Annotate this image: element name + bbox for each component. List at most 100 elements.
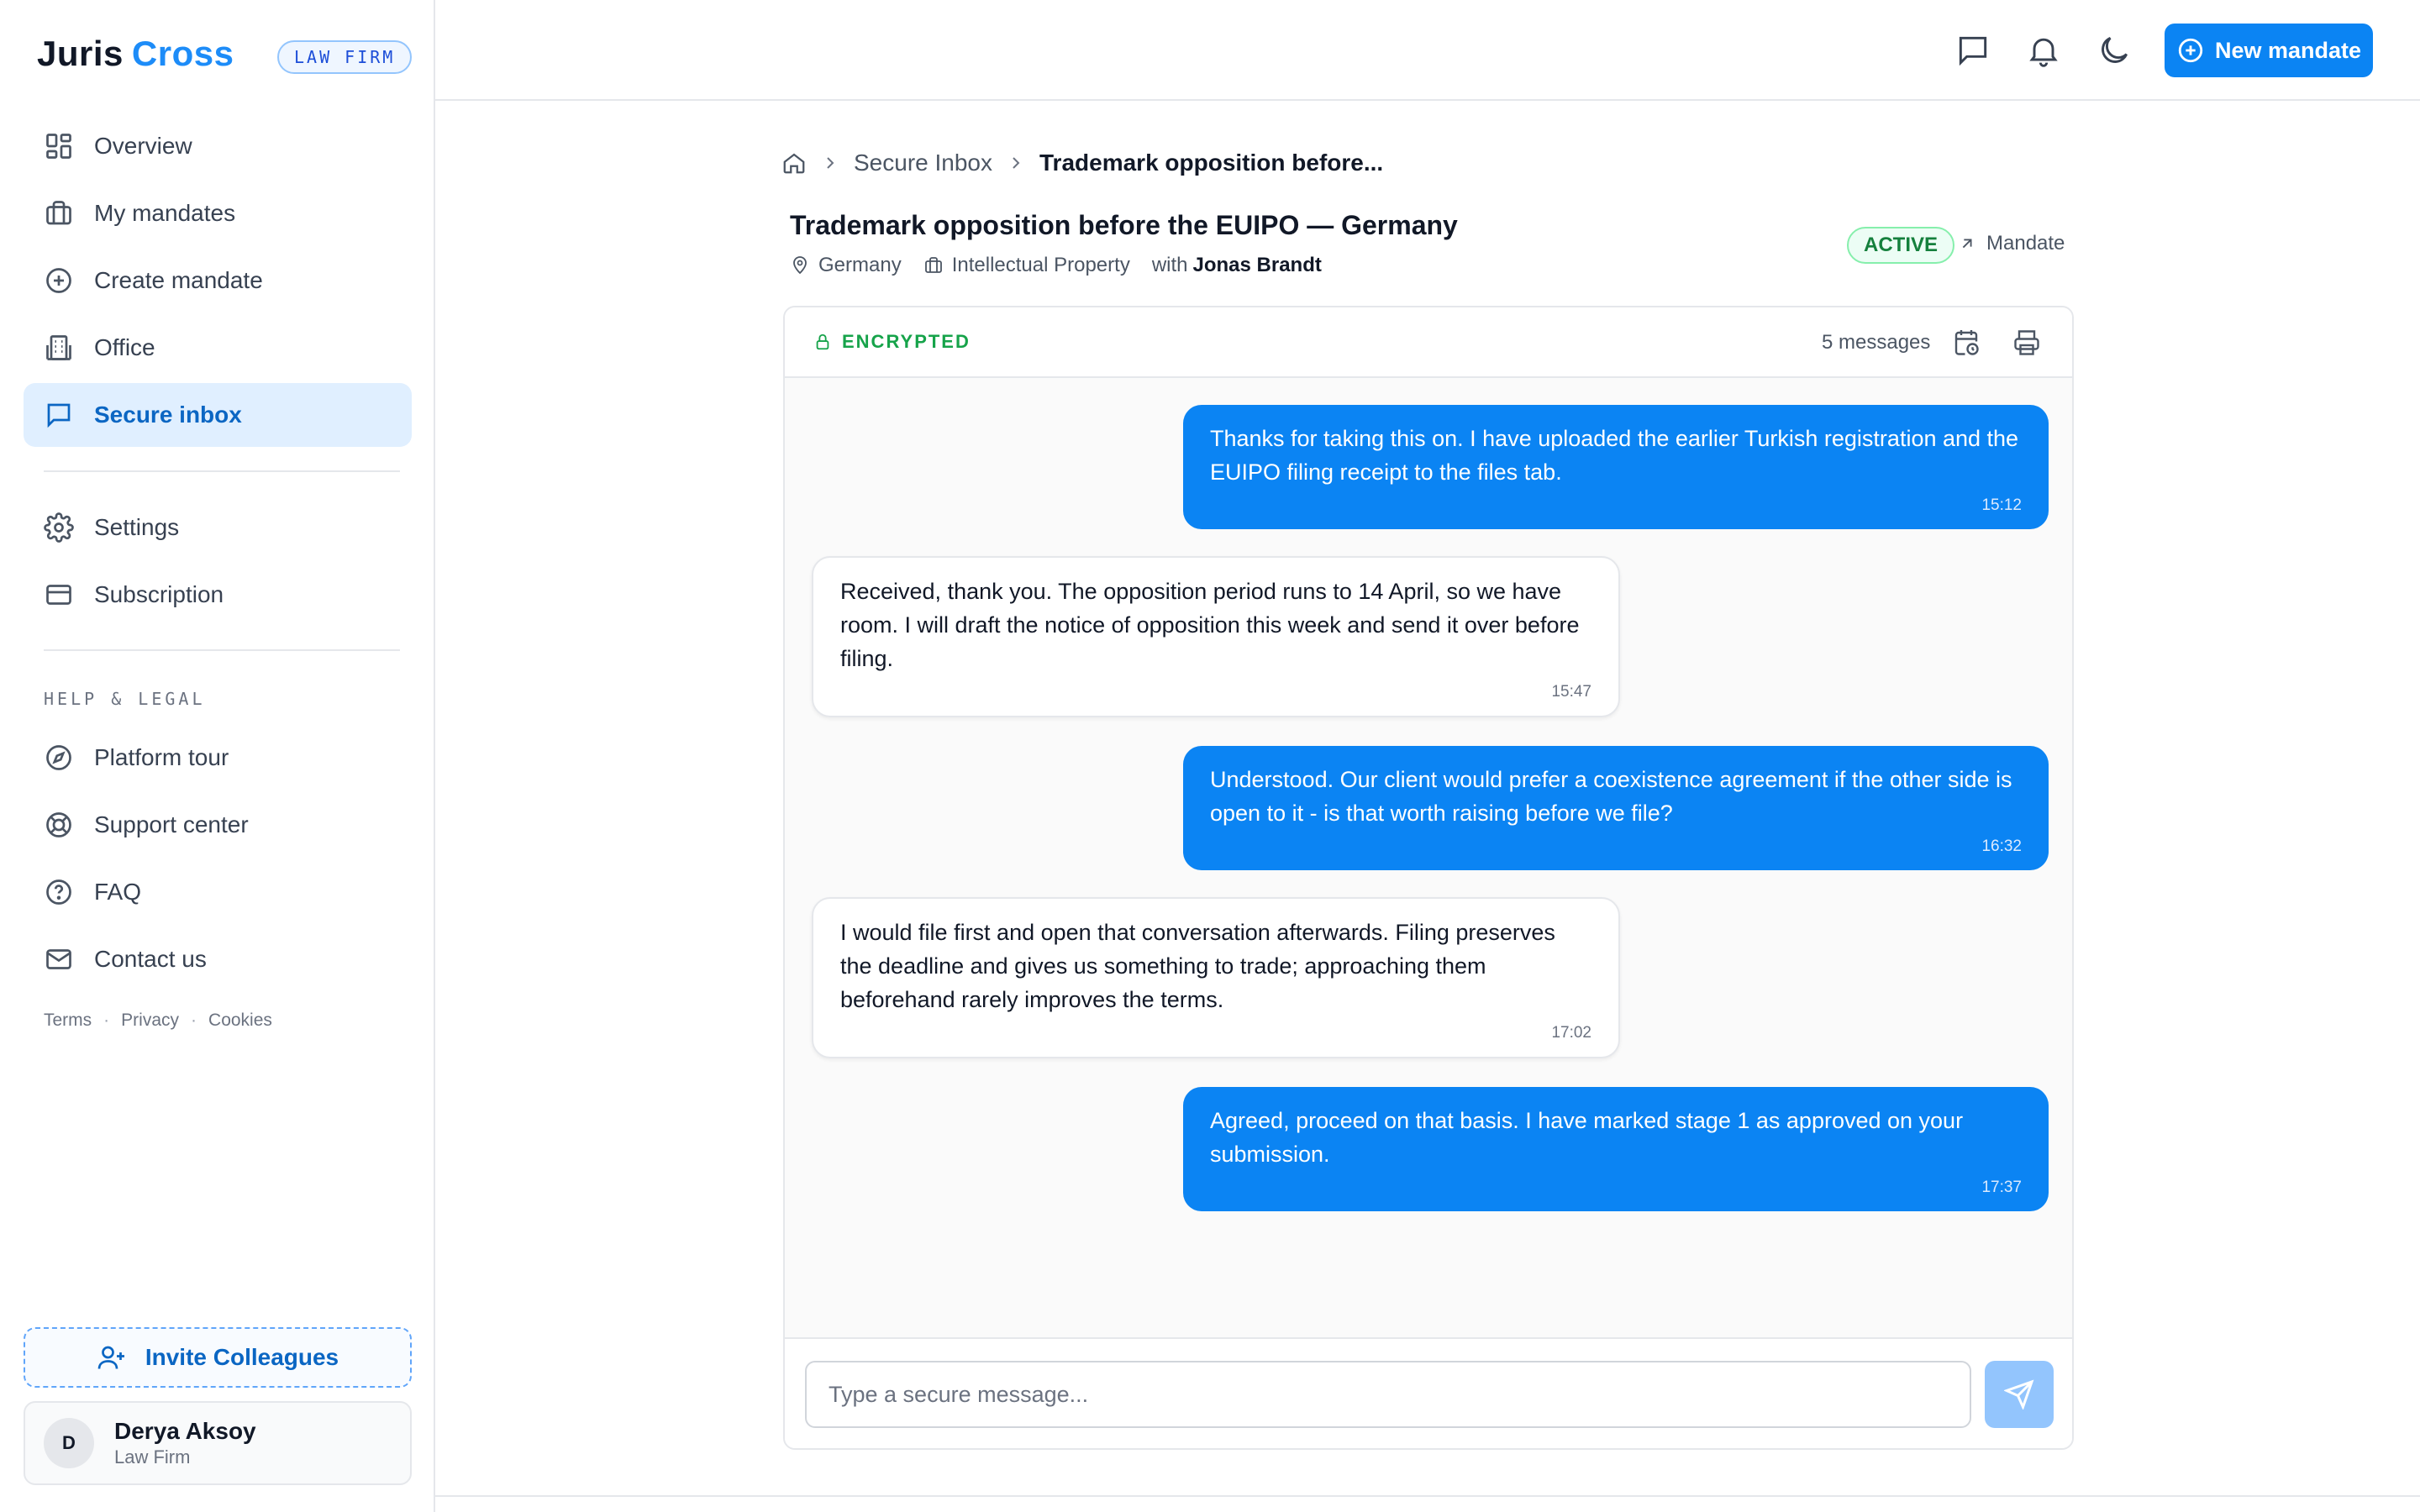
messages-icon[interactable] <box>1954 32 1991 69</box>
account-type-badge: LAW FIRM <box>277 40 413 74</box>
status-badge: ACTIVE <box>1847 227 1955 264</box>
page-title: Trademark opposition before the EUIPO — … <box>790 210 1458 240</box>
credit-card-icon <box>46 585 71 605</box>
plus-circle-icon <box>46 268 71 293</box>
moon-icon[interactable] <box>2096 32 2133 69</box>
counterpart-name: Jonas Brandt <box>1192 254 1322 276</box>
chevron-right-icon <box>827 157 834 169</box>
map-pin-icon <box>793 256 807 275</box>
sidebar-item-faq[interactable]: FAQ <box>24 860 412 924</box>
sidebar-item-my-mandates[interactable]: My mandates <box>24 181 412 245</box>
new-mandate-button[interactable]: New mandate <box>2165 24 2373 77</box>
briefcase-icon <box>46 201 71 225</box>
bell-icon[interactable] <box>2025 32 2062 69</box>
message-text: I would file first and open that convers… <box>840 920 1555 1012</box>
send-button[interactable] <box>1985 1361 2054 1428</box>
breadcrumb-current: Trademark opposition before... <box>1039 150 1384 176</box>
counterpart-meta: with Jonas Brandt <box>1152 254 1322 277</box>
chevron-right-icon <box>1013 157 1020 169</box>
invite-colleagues-button[interactable]: Invite Colleagues <box>24 1327 412 1388</box>
sidebar-item-settings[interactable]: Settings <box>24 496 412 559</box>
sidebar-item-label: Subscription <box>94 581 224 607</box>
privacy-link[interactable]: Privacy <box>121 1011 179 1031</box>
sidebar-item-contact-us[interactable]: Contact us <box>24 927 412 991</box>
message-bubble-outgoing: Agreed, proceed on that basis. I have ma… <box>1183 1087 2049 1211</box>
mandate-link[interactable]: Mandate <box>1958 232 2065 255</box>
country-text: Germany <box>818 254 902 276</box>
mail-icon <box>46 949 71 969</box>
user-profile-card[interactable]: D Derya Aksoy Law Firm <box>24 1401 412 1485</box>
user-name: Derya Aksoy <box>114 1418 256 1444</box>
brand-name-part2: Cross <box>131 34 234 73</box>
separator-dot: · <box>191 1011 197 1030</box>
briefcase-icon <box>924 257 942 273</box>
sidebar-divider <box>44 649 400 651</box>
lock-icon <box>816 333 829 350</box>
sidebar-item-subscription[interactable]: Subscription <box>24 563 412 627</box>
sidebar-item-label: Overview <box>94 133 192 159</box>
terms-link[interactable]: Terms <box>44 1011 92 1031</box>
message-text: Understood. Our client would prefer a co… <box>1210 767 2012 826</box>
chat-panel: ENCRYPTED 5 messages Thanks for taking t… <box>783 306 2074 1450</box>
gear-icon <box>44 512 74 543</box>
brand-name-part1: Juris <box>37 34 124 73</box>
message-text: Agreed, proceed on that basis. I have ma… <box>1210 1108 1964 1167</box>
arrow-up-right-icon <box>1962 239 1972 249</box>
compass-icon <box>46 745 71 770</box>
breadcrumb-secure-inbox[interactable]: Secure Inbox <box>854 150 992 176</box>
sidebar: Juris Cross LAW FIRM Overview My mandates… <box>0 0 435 1512</box>
building-icon <box>46 335 71 360</box>
question-circle-icon <box>46 879 71 905</box>
user-plus-icon <box>97 1346 124 1369</box>
message-input[interactable] <box>805 1361 1971 1428</box>
encrypted-indicator: ENCRYPTED <box>813 331 971 353</box>
sidebar-item-label: Office <box>94 334 155 360</box>
new-mandate-label: New mandate <box>2214 37 2362 63</box>
message-bubble-outgoing: Thanks for taking this on. I have upload… <box>1183 405 2049 529</box>
printer-icon[interactable] <box>2012 328 2042 358</box>
practice-area-text: Intellectual Property <box>951 254 1130 276</box>
sidebar-item-label: FAQ <box>94 879 142 905</box>
grid-icon <box>46 134 71 159</box>
sidebar-item-label: Create mandate <box>94 267 263 293</box>
sidebar-item-secure-inbox[interactable]: Secure inbox <box>24 383 412 447</box>
message-text: Received, thank you. The opposition peri… <box>840 579 1580 671</box>
message-time: 17:02 <box>1551 1024 1591 1042</box>
help-section-label: HELP & LEGAL <box>44 689 206 709</box>
chat-header: ENCRYPTED 5 messages <box>785 307 2072 378</box>
message-time: 17:37 <box>1981 1179 2022 1196</box>
sidebar-item-label: Settings <box>94 514 180 540</box>
sidebar-item-platform-tour[interactable]: Platform tour <box>24 726 412 790</box>
message-text: Thanks for taking this on. I have upload… <box>1210 426 2019 485</box>
plus-circle-icon <box>2178 38 2203 63</box>
legal-links: Terms · Privacy · Cookies <box>44 1011 272 1031</box>
message-time: 15:12 <box>1981 496 2022 514</box>
separator-dot: · <box>103 1011 110 1030</box>
practice-area-meta: Intellectual Property <box>923 254 1130 277</box>
lifebuoy-icon <box>46 812 71 837</box>
sidebar-item-overview[interactable]: Overview <box>24 114 412 178</box>
sidebar-item-create-mandate[interactable]: Create mandate <box>24 249 412 312</box>
sidebar-item-label: Contact us <box>94 946 207 972</box>
invite-label: Invite Colleagues <box>145 1344 339 1370</box>
message-bubble-incoming: Received, thank you. The opposition peri… <box>812 556 1620 717</box>
sidebar-item-office[interactable]: Office <box>24 316 412 380</box>
with-label: with <box>1151 254 1188 276</box>
calendar-clock-icon[interactable] <box>1951 328 1981 358</box>
send-icon <box>2004 1379 2034 1410</box>
user-role: Law Firm <box>114 1446 191 1467</box>
country-meta: Germany <box>790 254 902 277</box>
brand-logo[interactable]: Juris Cross <box>37 34 234 74</box>
message-bubble-outgoing: Understood. Our client would prefer a co… <box>1183 746 2049 870</box>
message-time: 15:47 <box>1551 683 1591 701</box>
message-time: 16:32 <box>1981 837 2022 855</box>
home-icon[interactable] <box>781 150 807 176</box>
mandate-link-label: Mandate <box>1986 232 2065 255</box>
breadcrumb: Secure Inbox Trademark opposition before… <box>781 150 1383 176</box>
cookies-link[interactable]: Cookies <box>208 1011 272 1031</box>
message-bubble-incoming: I would file first and open that convers… <box>812 897 1620 1058</box>
chat-icon <box>47 403 71 428</box>
sidebar-item-label: Platform tour <box>94 744 229 770</box>
encrypted-label: ENCRYPTED <box>842 331 971 352</box>
sidebar-item-support-center[interactable]: Support center <box>24 793 412 857</box>
